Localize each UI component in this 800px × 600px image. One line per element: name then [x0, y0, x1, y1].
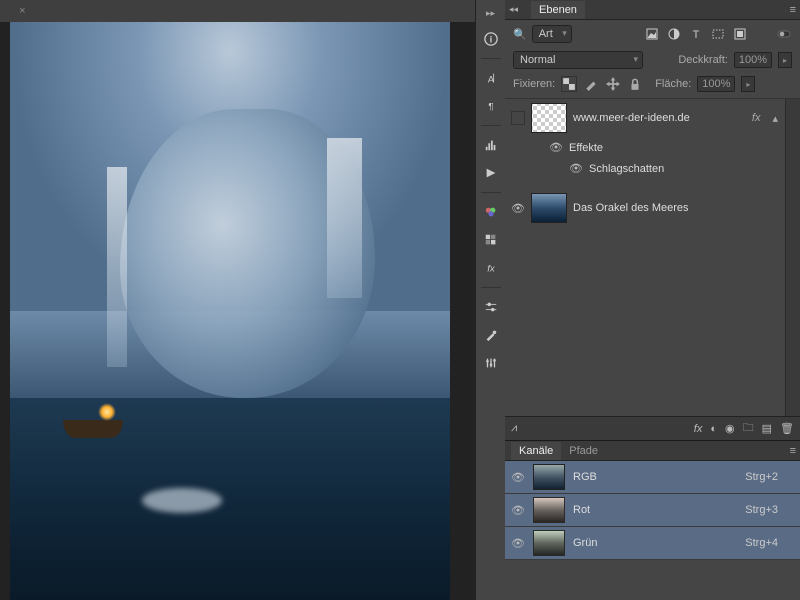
lock-fill-row: Fixieren: Fläche: 100% ▸ [505, 72, 800, 99]
channel-shortcut: Strg+3 [745, 504, 794, 516]
opacity-field[interactable]: 100% [734, 52, 772, 68]
document-tab[interactable]: × [0, 1, 36, 21]
layer-thumbnail[interactable] [531, 103, 567, 133]
layer-name: Das Orakel des Meeres [573, 202, 794, 214]
layer-thumbnail[interactable] [531, 193, 567, 223]
effects-label: Effekte [569, 142, 603, 154]
swatches-icon[interactable] [479, 200, 503, 224]
expand-dock-icon[interactable]: ▸▸ [486, 8, 495, 19]
layers-tab[interactable]: Ebenen [531, 1, 585, 19]
new-layer-icon[interactable]: ▤ [762, 422, 772, 435]
visibility-icon[interactable]: 👁 [511, 201, 525, 215]
visibility-icon[interactable]: 👁 [511, 536, 525, 550]
svg-text:fx: fx [487, 264, 496, 275]
visibility-icon[interactable]: 👁 [511, 503, 525, 517]
channel-shortcut: Strg+4 [745, 537, 794, 549]
svg-text:i: i [489, 35, 492, 46]
collapsed-panel-dock: ▸▸ i A ¶ fx [475, 0, 505, 600]
opacity-label: Deckkraft: [678, 54, 728, 66]
channel-name: Grün [573, 537, 737, 549]
channel-row[interactable]: 👁 Grün Strg+4 [505, 527, 800, 560]
collapse-panel-icon[interactable]: ◂◂ [509, 4, 518, 15]
channel-row[interactable]: 👁 RGB Strg+2 [505, 461, 800, 494]
blend-mode-dropdown[interactable]: Normal [513, 51, 643, 69]
layer-filter-dropdown[interactable]: Art [532, 25, 572, 43]
lock-position-icon[interactable] [605, 76, 621, 92]
layers-bottom-bar: ⩘ fx ◐ ◉ 🗀 ▤ 🗑 [505, 416, 800, 440]
fx-collapse-icon[interactable]: ▴ [772, 112, 794, 125]
canvas-viewport [0, 22, 475, 600]
filter-adjustment-icon[interactable] [666, 26, 682, 42]
histogram-icon[interactable] [479, 133, 503, 157]
properties-icon[interactable] [479, 351, 503, 375]
svg-text:¶: ¶ [488, 102, 493, 113]
layer-row[interactable]: 👁 Das Orakel des Meeres [505, 189, 800, 227]
lock-label: Fixieren: [513, 78, 555, 90]
channels-panel: Kanäle Pfade ≡ 👁 RGB Strg+2 👁 Rot Strg+3… [505, 440, 800, 600]
character-icon[interactable]: A [479, 66, 503, 90]
close-icon[interactable]: × [19, 5, 25, 17]
layer-list: www.meer-der-ideen.de fx ▴ 👁 Effekte 👁 S… [505, 99, 800, 416]
layers-panel-header: ◂◂ Ebenen ≡ [505, 0, 800, 20]
panel-menu-icon[interactable]: ≡ [790, 445, 796, 457]
document-canvas[interactable] [10, 22, 450, 600]
filter-toggle-switch[interactable] [776, 26, 792, 42]
effect-name: Schlagschatten [589, 163, 664, 175]
svg-text:T: T [693, 29, 700, 41]
tab-title [10, 5, 13, 17]
filter-pixel-icon[interactable] [644, 26, 660, 42]
channel-thumbnail [533, 530, 565, 556]
layer-filter-bar: 🔍 Art T [505, 20, 800, 48]
adjustments-icon[interactable] [479, 295, 503, 319]
layer-effects-row[interactable]: 👁 Effekte [505, 137, 800, 158]
styles-icon[interactable]: fx [479, 256, 503, 280]
lock-pixels-icon[interactable] [583, 76, 599, 92]
fx-indicator[interactable]: fx [752, 112, 767, 124]
blend-opacity-row: Normal Deckkraft: 100% ▸ [505, 48, 800, 72]
link-layers-icon[interactable]: ⩘ [511, 422, 517, 435]
channel-shortcut: Strg+2 [745, 471, 794, 483]
visibility-icon[interactable]: 👁 [549, 141, 563, 154]
search-icon: 🔍 [513, 28, 527, 41]
document-tab-bar: × [0, 0, 475, 22]
channel-name: Rot [573, 504, 737, 516]
lock-transparency-icon[interactable] [561, 76, 577, 92]
channel-row[interactable]: 👁 Rot Strg+3 [505, 494, 800, 527]
visibility-slot[interactable] [511, 111, 525, 125]
filter-type-icon[interactable]: T [688, 26, 704, 42]
channel-thumbnail [533, 497, 565, 523]
visibility-icon[interactable]: 👁 [569, 162, 583, 175]
color-icon[interactable] [479, 228, 503, 252]
canvas-area: × [0, 0, 475, 600]
paths-tab[interactable]: Pfade [561, 442, 606, 460]
layer-row[interactable]: www.meer-der-ideen.de fx ▴ [505, 99, 800, 137]
channels-tab[interactable]: Kanäle [511, 442, 561, 460]
channel-name: RGB [573, 471, 737, 483]
adjustment-layer-icon[interactable]: ◉ [725, 422, 735, 435]
layer-effect-item[interactable]: 👁 Schlagschatten [505, 158, 800, 179]
panel-menu-icon[interactable]: ≡ [790, 4, 796, 16]
filter-shape-icon[interactable] [710, 26, 726, 42]
layers-panel: ◂◂ Ebenen ≡ 🔍 Art T Normal Deckkraft: 10… [505, 0, 800, 440]
layer-name: www.meer-der-ideen.de [573, 112, 746, 124]
lock-all-icon[interactable] [627, 76, 643, 92]
info-icon[interactable]: i [479, 27, 503, 51]
opacity-flyout-icon[interactable]: ▸ [778, 52, 792, 68]
fill-field[interactable]: 100% [697, 76, 735, 92]
paragraph-icon[interactable]: ¶ [479, 94, 503, 118]
delete-layer-icon[interactable]: 🗑 [780, 422, 794, 435]
layer-mask-icon[interactable]: ◐ [710, 423, 717, 435]
visibility-icon[interactable]: 👁 [511, 470, 525, 484]
brush-icon[interactable] [479, 323, 503, 347]
fill-label: Fläche: [655, 78, 691, 90]
filter-smartobject-icon[interactable] [732, 26, 748, 42]
fill-flyout-icon[interactable]: ▸ [741, 76, 755, 92]
channel-thumbnail [533, 464, 565, 490]
layer-fx-icon[interactable]: fx [694, 423, 703, 435]
layer-group-icon[interactable]: 🗀 [743, 419, 754, 438]
channels-panel-header: Kanäle Pfade ≡ [505, 441, 800, 461]
navigator-icon[interactable] [479, 161, 503, 185]
right-panel-stack: ◂◂ Ebenen ≡ 🔍 Art T Normal Deckkraft: 10… [505, 0, 800, 600]
